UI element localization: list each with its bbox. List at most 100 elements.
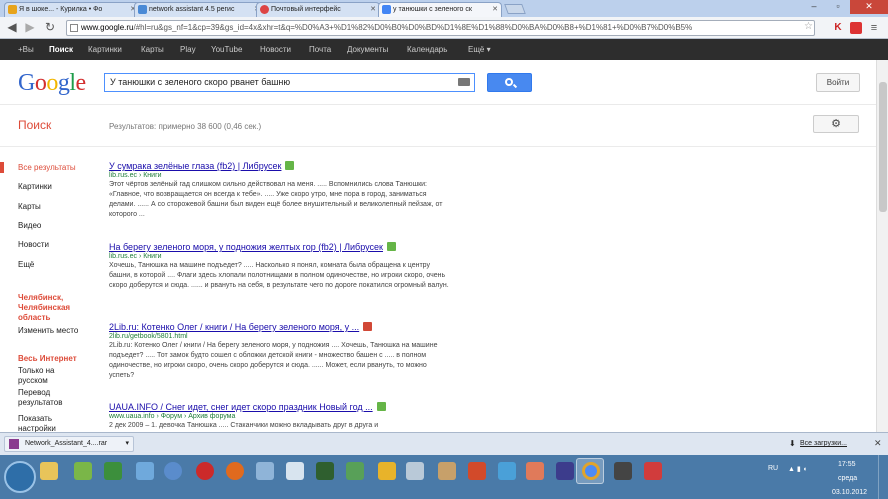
app-icon[interactable]: [316, 462, 334, 480]
result-title[interactable]: UAUA.INFO / Снег идет, снег идет скоро п…: [109, 402, 373, 412]
result-url[interactable]: lib.rus.ec › Книги: [109, 172, 449, 179]
app-icon[interactable]: [346, 462, 364, 480]
browser-tab[interactable]: Я в шоке... - Курилка • Фо ✕: [4, 2, 140, 17]
language-indicator[interactable]: RU: [768, 465, 778, 472]
gbar-maps[interactable]: Карты: [141, 45, 164, 54]
download-item[interactable]: Network_Assistant_4....rar ▾: [4, 436, 134, 452]
browser-tab-active[interactable]: у танюшки с зеленого ск ✕: [378, 2, 502, 17]
back-icon[interactable]: ◀: [4, 20, 20, 36]
favicon-icon: [382, 5, 391, 14]
preview-icon[interactable]: [285, 161, 295, 170]
app-icon[interactable]: [286, 462, 304, 480]
change-location-link[interactable]: Изменить место: [18, 326, 78, 335]
app-icon[interactable]: [104, 462, 122, 480]
app-icon[interactable]: [556, 462, 574, 480]
ext-flag-icon[interactable]: [850, 22, 862, 34]
show-options-link[interactable]: Показать настройки: [18, 414, 78, 434]
nav-more[interactable]: Ещё: [18, 260, 34, 269]
app-icon[interactable]: [406, 462, 424, 480]
winamp-icon[interactable]: [378, 462, 396, 480]
result-title[interactable]: На берегу зеленого моря, у подножия желт…: [109, 242, 383, 252]
signin-button[interactable]: Войти: [816, 73, 860, 92]
app-icon[interactable]: [498, 462, 516, 480]
gbar-docs[interactable]: Документы: [347, 45, 388, 54]
wrench-icon[interactable]: ≡: [868, 22, 880, 34]
google-logo[interactable]: Google: [18, 70, 86, 97]
browser-toolbar: ◀ ▶ ↻ www.google.ru/#hl=ru&gs_nf=1&cp=39…: [0, 17, 888, 39]
explorer-icon[interactable]: [40, 462, 58, 480]
maximize-icon[interactable]: ▫: [826, 0, 850, 14]
nav-news[interactable]: Новости: [18, 240, 49, 249]
preview-icon[interactable]: [363, 322, 373, 331]
page-title: Поиск: [18, 118, 52, 132]
app-icon[interactable]: [136, 462, 154, 480]
gbar-plus[interactable]: +Вы: [18, 45, 34, 54]
result-url[interactable]: 2lib.ru/getbook/5801.html: [109, 333, 449, 340]
divider: [0, 104, 888, 105]
nav-images[interactable]: Картинки: [18, 182, 52, 191]
nav-all-results[interactable]: Все результаты: [18, 163, 76, 172]
chevron-down-icon[interactable]: ▾: [125, 437, 129, 451]
app-icon[interactable]: [438, 462, 456, 480]
search-result: У сумрака зелёные глаза (fb2) | Либрусек…: [109, 161, 449, 220]
russian-only-link[interactable]: Только на русском: [18, 366, 78, 386]
start-button[interactable]: [4, 461, 36, 493]
window-close-icon[interactable]: ✕: [850, 0, 888, 14]
forward-icon[interactable]: ▶: [22, 20, 38, 36]
google-bar: +Вы Поиск Картинки Карты Play YouTube Но…: [0, 39, 888, 60]
close-tab-icon[interactable]: ✕: [370, 3, 376, 16]
clock-time[interactable]: 17:55: [838, 461, 856, 468]
gbar-play[interactable]: Play: [180, 45, 196, 54]
favicon-icon: [8, 5, 17, 14]
gbar-news[interactable]: Новости: [260, 45, 291, 54]
minimize-icon[interactable]: –: [802, 0, 826, 14]
app-icon[interactable]: [164, 462, 182, 480]
firefox-icon[interactable]: [226, 462, 244, 480]
internet-heading[interactable]: Весь Интернет: [18, 354, 77, 364]
bookmark-star-icon[interactable]: ☆: [804, 21, 813, 32]
favicon-icon: [138, 5, 147, 14]
app-icon[interactable]: [644, 462, 662, 480]
browser-tab[interactable]: network assistant 4.5 регис ✕: [134, 2, 264, 17]
search-button[interactable]: [487, 73, 532, 92]
selected-indicator: [0, 162, 4, 173]
app-icon[interactable]: [614, 462, 632, 480]
app-icon[interactable]: [74, 462, 92, 480]
result-stats: Результатов: примерно 38 600 (0,46 сек.): [109, 122, 262, 131]
new-tab-button[interactable]: [504, 4, 526, 14]
gbar-calendar[interactable]: Календарь: [407, 45, 447, 54]
result-title[interactable]: 2Lib.ru: Котенко Олег / книги / На берег…: [109, 322, 359, 332]
reload-icon[interactable]: ↻: [42, 20, 58, 36]
keyboard-icon[interactable]: [458, 78, 470, 86]
address-bar[interactable]: www.google.ru/#hl=ru&gs_nf=1&cp=39&gs_id…: [66, 20, 815, 36]
scrollbar-thumb[interactable]: [879, 82, 887, 212]
app-icon[interactable]: [256, 462, 274, 480]
nav-maps[interactable]: Карты: [18, 202, 41, 211]
page-scrollbar[interactable]: [876, 60, 888, 432]
show-desktop-button[interactable]: [878, 455, 888, 499]
settings-button[interactable]: ⚙: [813, 115, 859, 133]
opera-icon[interactable]: [196, 462, 214, 480]
close-tab-icon[interactable]: ✕: [492, 3, 498, 16]
result-title[interactable]: У сумрака зелёные глаза (fb2) | Либрусек: [109, 161, 281, 171]
gbar-youtube[interactable]: YouTube: [211, 45, 242, 54]
close-downloads-icon[interactable]: ✕: [874, 438, 882, 449]
app-icon[interactable]: [468, 462, 486, 480]
all-downloads-link[interactable]: Все загрузки...: [800, 440, 847, 447]
search-input[interactable]: У танюшки с зеленого скоро рванет башню: [104, 73, 475, 92]
nav-video[interactable]: Видео: [18, 221, 41, 230]
preview-icon[interactable]: [386, 242, 396, 251]
translate-results-link[interactable]: Перевод результатов: [18, 388, 78, 408]
result-url[interactable]: lib.rus.ec › Книги: [109, 253, 449, 260]
gbar-search[interactable]: Поиск: [49, 45, 73, 54]
result-url[interactable]: www.uaua.info › Форум › Архив форума: [109, 413, 449, 420]
gbar-more[interactable]: Ещё ▾: [468, 45, 491, 54]
ext-k-icon[interactable]: K: [832, 22, 844, 34]
preview-icon[interactable]: [376, 402, 386, 411]
browser-tab[interactable]: Почтовый интерфейс ✕: [256, 2, 380, 17]
app-icon[interactable]: [526, 462, 544, 480]
gbar-mail[interactable]: Почта: [309, 45, 331, 54]
tray-icons[interactable]: ▲ ▮ ◖: [788, 465, 807, 473]
gbar-images[interactable]: Картинки: [88, 45, 122, 54]
chrome-icon[interactable]: [582, 462, 600, 480]
